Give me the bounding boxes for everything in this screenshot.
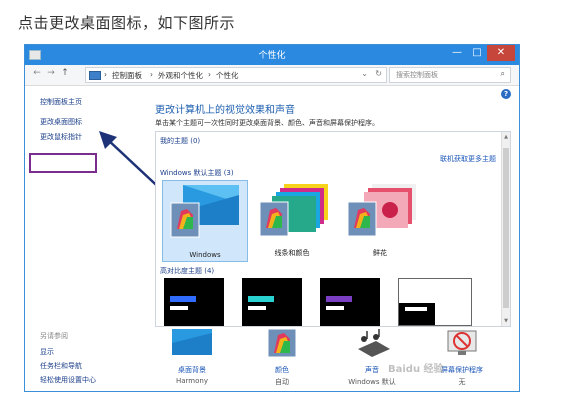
hc-preview <box>248 306 266 310</box>
setting-value: Windows 默认 <box>348 378 396 386</box>
hc-preview <box>405 307 427 311</box>
screensaver-button[interactable]: 屏幕保护程序 无 <box>425 329 499 387</box>
address-bar: ← → ↑ › 控制面板 › 外观和个性化 › 个性化 ⌄ ↻ 搜索控制面板 ⌕ <box>25 65 519 86</box>
setting-label: 颜色 <box>275 366 289 374</box>
theme-label: 鲜花 <box>373 249 387 257</box>
nav-change-desktop-icons[interactable]: 更改桌面图标 <box>40 117 82 127</box>
main-description: 单击某个主题可一次性同时更改桌面背景、颜色、声音和屏幕保护程序。 <box>155 119 379 127</box>
setting-value: 无 <box>458 378 466 386</box>
get-more-themes-link[interactable]: 联机获取更多主题 <box>440 154 496 164</box>
see-also-display[interactable]: 显示 <box>40 347 54 357</box>
setting-label: 桌面背景 <box>178 366 206 374</box>
my-themes-heading: 我的主题 (0) <box>160 137 201 145</box>
desktop-background-button[interactable]: 桌面背景 Harmony <box>155 329 229 385</box>
page-caption: 点击更改桌面图标，如下图所示 <box>18 14 236 32</box>
color-icon <box>267 328 297 358</box>
crumb-separator-icon: › <box>208 70 211 79</box>
maximize-button[interactable]: □ <box>467 45 487 61</box>
default-themes-heading: Windows 默认主题 (3) <box>160 169 234 177</box>
settings-bar: 桌面背景 Harmony 颜色 自动 声音 Windows 默认 屏幕保护程序 … <box>155 327 505 389</box>
crumb-control-panel[interactable]: 控制面板 <box>112 70 142 81</box>
hc-preview <box>326 296 352 302</box>
crumb-separator-icon: › <box>104 70 107 79</box>
hc-preview <box>248 296 274 302</box>
back-icon[interactable]: ← <box>31 68 43 78</box>
flowers-theme-preview-icon <box>347 184 416 237</box>
crumb-appearance[interactable]: 外观和个性化 <box>158 70 203 81</box>
sounds-button[interactable]: 声音 Windows 默认 <box>335 329 409 387</box>
high-contrast-theme-1[interactable] <box>164 278 224 326</box>
sounds-icon <box>358 329 390 357</box>
see-also-heading: 另请参阅 <box>40 332 68 340</box>
nav-change-mouse-pointers[interactable]: 更改鼠标指针 <box>40 132 82 142</box>
theme-label: 线条和颜色 <box>274 249 310 257</box>
hc-preview <box>170 306 188 310</box>
up-icon[interactable]: ↑ <box>59 68 71 78</box>
lines-colors-theme-preview-icon <box>259 184 328 237</box>
setting-value: Harmony <box>176 377 208 385</box>
theme-lines-and-colors[interactable]: 线条和颜色 <box>250 180 334 260</box>
minimize-button[interactable]: — <box>447 45 467 61</box>
crumb-personalization[interactable]: 个性化 <box>216 70 239 81</box>
scroll-up-icon[interactable]: ▲ <box>502 134 510 140</box>
high-contrast-theme-2[interactable] <box>242 278 302 326</box>
windows-theme-preview-icon <box>170 185 239 238</box>
search-icon[interactable]: ⌕ <box>501 69 505 79</box>
window-title: 个性化 <box>258 51 286 61</box>
desktop-background-icon <box>172 329 212 355</box>
watermark: Baidu 经验 <box>388 364 444 375</box>
see-also-ease-of-access[interactable]: 轻松使用设置中心 <box>40 375 96 385</box>
setting-value: 自动 <box>275 378 289 386</box>
scroll-thumb[interactable] <box>503 148 509 308</box>
nav-control-panel-home[interactable]: 控制面板主页 <box>40 97 82 107</box>
title-bar: 个性化 — □ ✕ <box>25 45 519 65</box>
see-also-taskbar[interactable]: 任务栏和导航 <box>40 361 82 371</box>
highlight-box <box>29 153 97 173</box>
theme-panel: 我的主题 (0) 联机获取更多主题 Windows 默认主题 (3) Windo… <box>155 131 511 327</box>
address-field[interactable]: › 控制面板 › 外观和个性化 › 个性化 ⌄ ↻ <box>85 67 387 83</box>
crumb-separator-icon: › <box>150 70 153 79</box>
dropdown-icon[interactable]: ⌄ <box>361 69 368 78</box>
close-button[interactable]: ✕ <box>487 45 515 61</box>
theme-windows[interactable]: Windows <box>162 180 248 262</box>
hc-preview <box>170 296 196 302</box>
color-button[interactable]: 颜色 自动 <box>245 328 319 387</box>
control-panel-icon <box>89 71 101 80</box>
theme-scrollbar[interactable]: ▲ ▼ <box>501 132 510 326</box>
high-contrast-heading: 高对比度主题 (4) <box>160 267 215 275</box>
high-contrast-theme-white[interactable] <box>398 278 472 326</box>
forward-icon[interactable]: → <box>45 68 57 78</box>
personalization-window: 个性化 — □ ✕ ← → ↑ › 控制面板 › 外观和个性化 › 个性化 ⌄ … <box>24 44 520 392</box>
search-input[interactable]: 搜索控制面板 ⌕ <box>389 67 511 83</box>
scroll-down-icon[interactable]: ▼ <box>502 318 510 324</box>
refresh-icon[interactable]: ↻ <box>375 69 382 78</box>
main-title: 更改计算机上的视觉效果和声音 <box>155 105 295 116</box>
search-placeholder: 搜索控制面板 <box>396 71 438 79</box>
help-icon[interactable]: ? <box>501 89 511 99</box>
theme-flowers[interactable]: 鲜花 <box>338 180 422 260</box>
hc-preview <box>326 306 344 310</box>
theme-label: Windows <box>189 251 221 259</box>
high-contrast-theme-3[interactable] <box>320 278 380 326</box>
screensaver-icon <box>447 330 477 355</box>
